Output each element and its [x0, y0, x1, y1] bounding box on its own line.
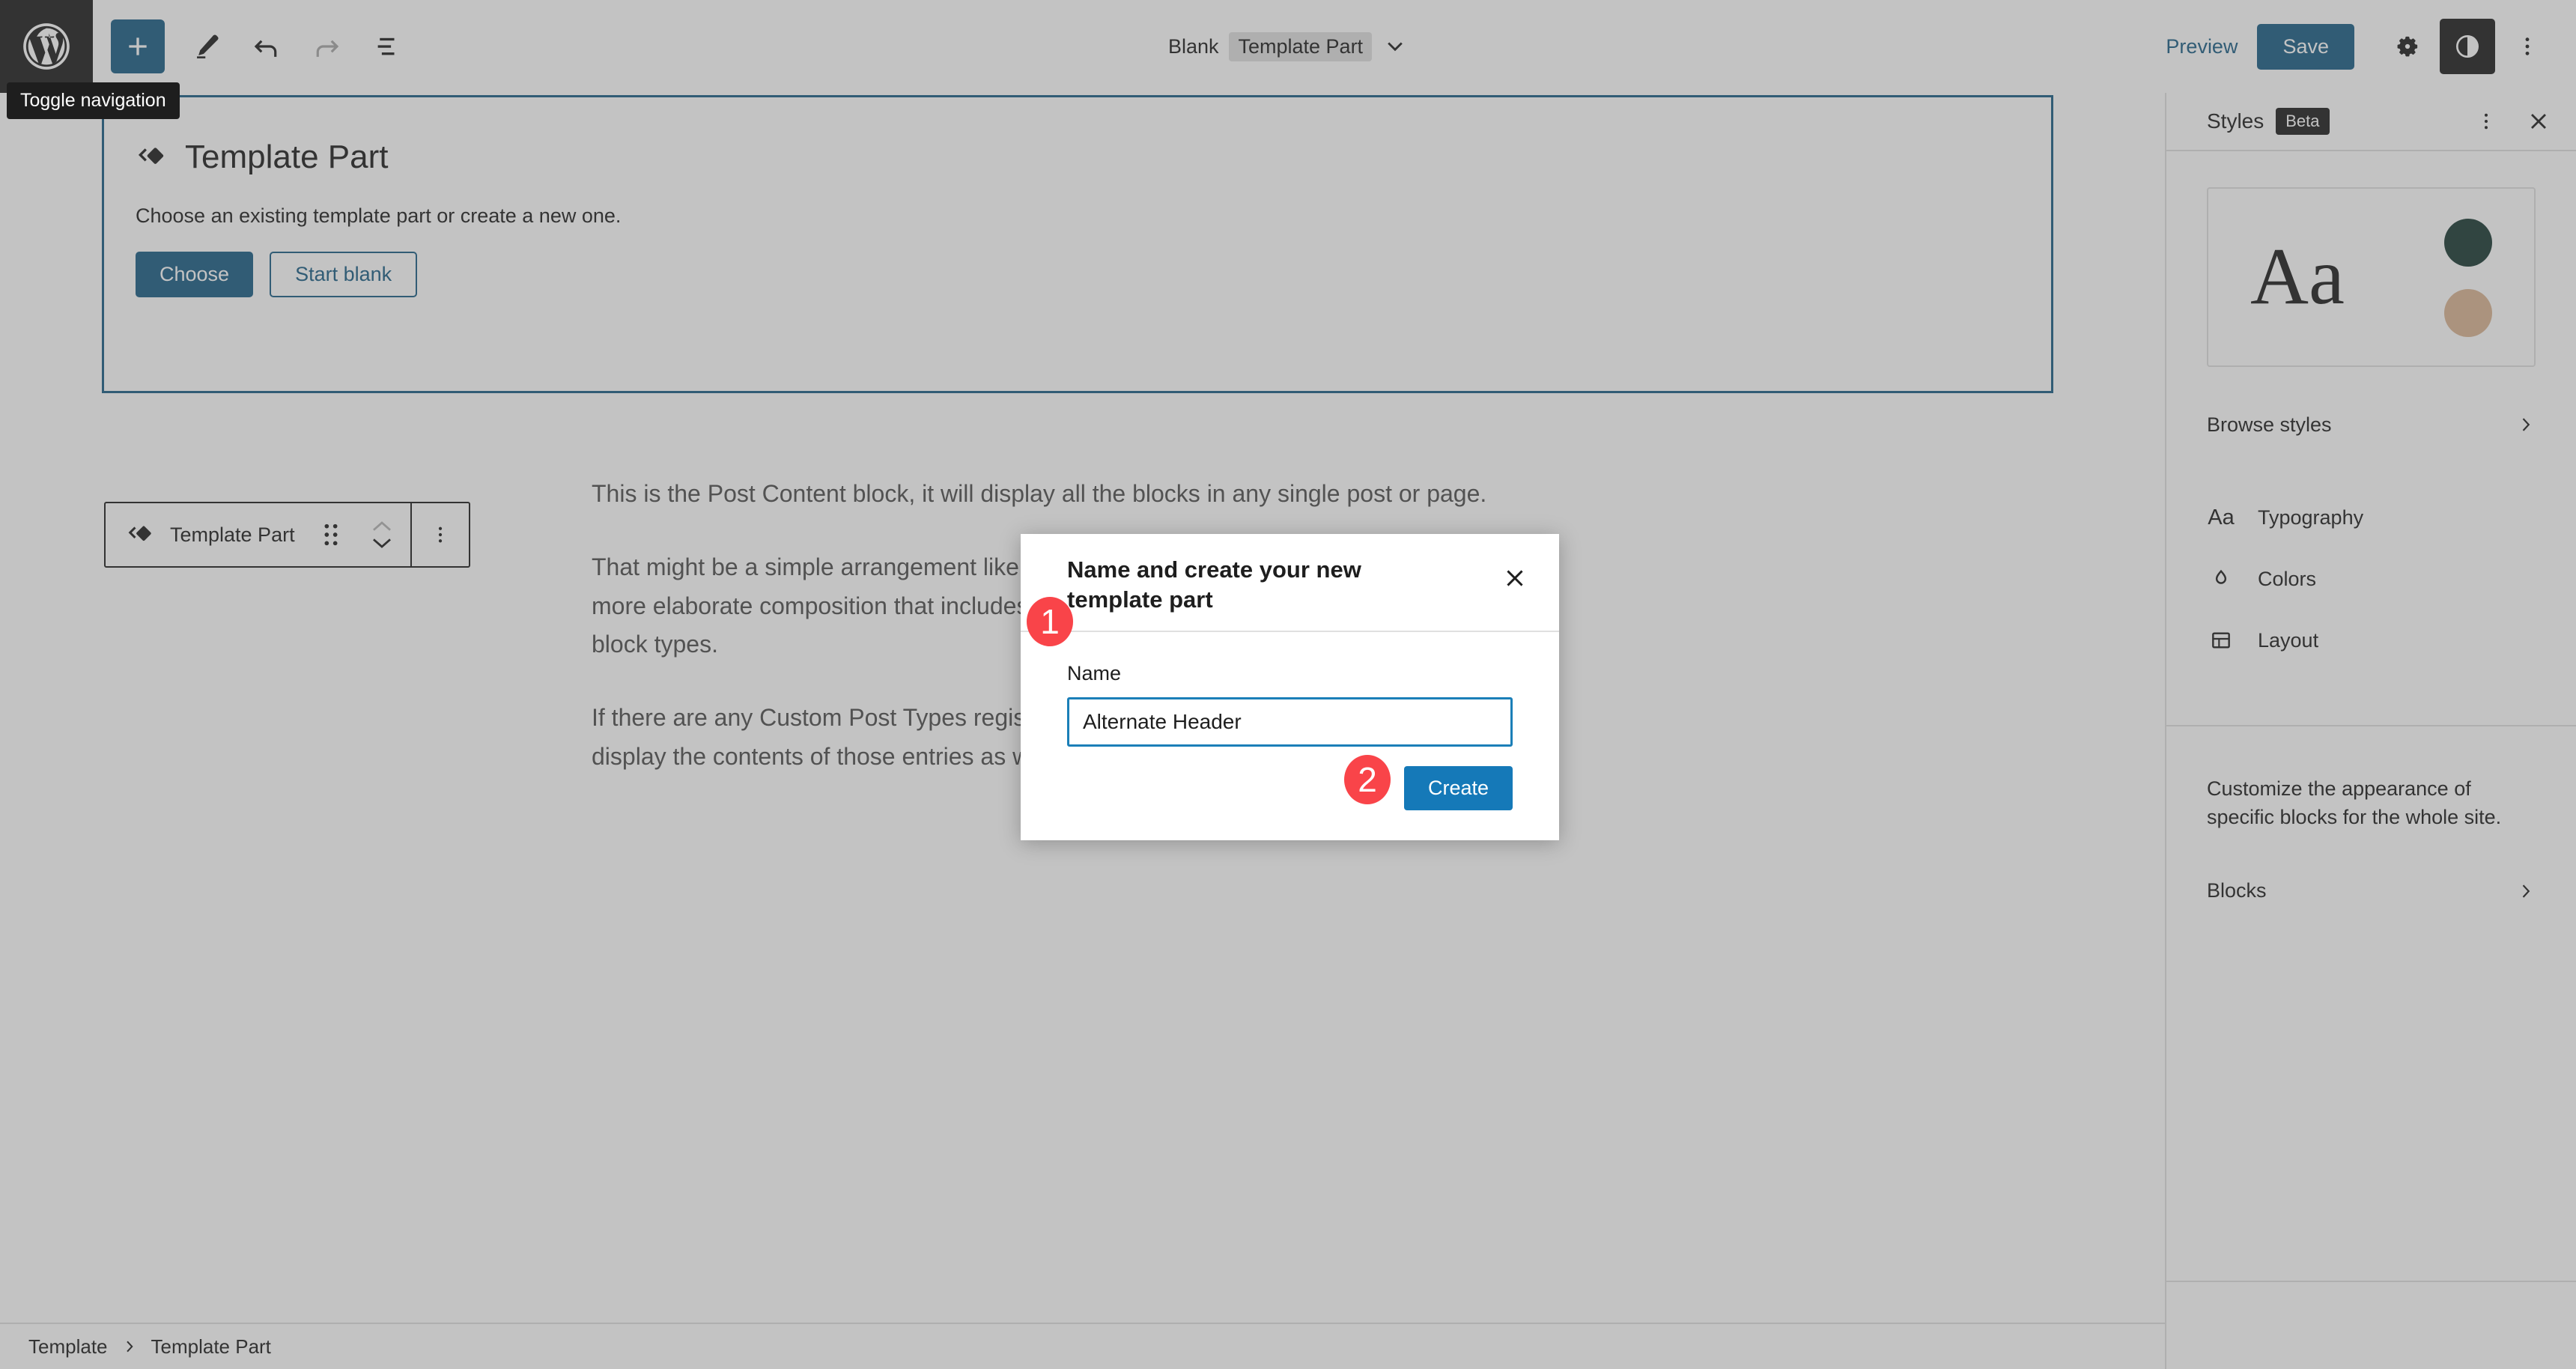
- add-block-button[interactable]: [111, 19, 165, 73]
- modal-body: Name: [1021, 632, 1559, 747]
- editor-top-toolbar: Blank Template Part Preview Save: [0, 0, 2576, 93]
- gear-icon: [2397, 36, 2418, 57]
- template-part-placeholder-block[interactable]: Template Part Choose an existing templat…: [102, 95, 2053, 393]
- sidebar-bottom-divider: [2166, 1281, 2576, 1282]
- styles-sidebar: Styles Beta Aa Browse styles Aa Typograp…: [2165, 93, 2576, 1369]
- toggle-navigation-tooltip: Toggle navigation: [7, 82, 180, 119]
- block-type-button[interactable]: [119, 503, 161, 566]
- template-part-heading: Template Part: [185, 139, 389, 175]
- preview-button[interactable]: Preview: [2146, 35, 2257, 58]
- three-dots-vertical-icon: [2525, 37, 2530, 55]
- browse-styles-label: Browse styles: [2207, 413, 2332, 436]
- create-button[interactable]: Create: [1403, 766, 1513, 811]
- toolbar-left-actions: [93, 16, 416, 76]
- plus-icon: [129, 37, 147, 55]
- template-part-icon: [138, 148, 164, 164]
- contrast-half-circle-icon: [2456, 35, 2479, 58]
- template-part-heading-row: Template Part: [104, 97, 2051, 176]
- choose-button[interactable]: Choose: [136, 252, 254, 297]
- beta-badge: Beta: [2276, 108, 2330, 135]
- start-blank-button[interactable]: Start blank: [270, 252, 418, 297]
- chevron-right-icon: [2516, 881, 2536, 901]
- create-template-part-modal: Name and create your new template part N…: [1021, 534, 1559, 840]
- breadcrumb-item-template-part[interactable]: Template Part: [151, 1335, 271, 1359]
- three-dots-vertical-icon: [438, 526, 442, 543]
- styles-close-button[interactable]: [2518, 100, 2560, 142]
- style-preview-card[interactable]: Aa: [2207, 187, 2536, 367]
- breadcrumb-separator: [121, 1338, 138, 1355]
- redo-arrow-icon: [316, 40, 339, 57]
- style-swatch-primary: [2444, 219, 2492, 267]
- style-preview-sample-text: Aa: [2250, 232, 2345, 321]
- chevron-down-icon: [372, 538, 391, 548]
- chevron-down-icon: [1388, 42, 1403, 52]
- template-part-actions: Choose Start blank: [104, 228, 2051, 297]
- site-editor-app: Blank Template Part Preview Save Templat…: [0, 0, 2576, 1369]
- list-view-button[interactable]: [356, 16, 416, 76]
- close-x-icon: [1507, 570, 1523, 586]
- styles-menu-group: Aa Typography Colors Layout: [2166, 487, 2576, 671]
- blocks-row-label: Blocks: [2207, 879, 2267, 902]
- close-x-icon: [2531, 114, 2546, 129]
- toolbar-right-actions: Preview Save: [2146, 19, 2576, 74]
- breadcrumb: Template Template Part: [0, 1323, 2165, 1369]
- annotation-badge-1: 1: [1027, 597, 1073, 646]
- styles-more-options-button[interactable]: [2465, 100, 2507, 142]
- list-view-icon: [377, 37, 395, 55]
- block-toolbar: Template Part: [104, 502, 470, 568]
- document-dropdown-button[interactable]: [1382, 34, 1408, 59]
- edit-mode-button[interactable]: [177, 16, 237, 76]
- wordpress-logo-icon: [23, 23, 70, 70]
- settings-button[interactable]: [2380, 19, 2435, 74]
- styles-toggle-button[interactable]: [2440, 19, 2495, 74]
- block-mover-controls[interactable]: [361, 520, 403, 550]
- sidebar-item-colors[interactable]: Colors: [2166, 548, 2576, 610]
- sidebar-item-label: Typography: [2258, 506, 2364, 529]
- wordpress-logo-button[interactable]: [0, 0, 93, 93]
- modal-footer: Create: [1021, 747, 1559, 811]
- styles-sidebar-header: Styles Beta: [2166, 93, 2576, 151]
- template-part-description: Choose an existing template part or crea…: [136, 204, 622, 227]
- template-part-icon: [128, 526, 151, 541]
- sidebar-item-blocks[interactable]: Blocks: [2166, 860, 2576, 922]
- sidebar-item-label: Colors: [2258, 567, 2317, 590]
- sidebar-item-layout[interactable]: Layout: [2166, 610, 2576, 671]
- chevron-right-icon: [126, 1341, 133, 1353]
- layout-panel-icon: [2207, 628, 2235, 652]
- blocks-help-text: Customize the appearance of specific blo…: [2207, 777, 2502, 829]
- style-swatch-secondary: [2444, 289, 2492, 337]
- block-drag-handle[interactable]: [310, 503, 352, 566]
- block-toolbar-main-group: Template Part: [106, 503, 410, 566]
- annotation-badge-2: 2: [1344, 755, 1391, 804]
- more-options-button[interactable]: [2500, 19, 2555, 74]
- drag-handle-dots-icon: [324, 523, 338, 546]
- document-title: Blank: [1167, 34, 1219, 58]
- name-field-label: Name: [1067, 662, 1122, 685]
- save-button[interactable]: Save: [2257, 23, 2354, 70]
- name-input[interactable]: [1067, 697, 1513, 747]
- chevron-up-icon: [372, 521, 391, 531]
- post-paragraph: This is the Post Content block, it will …: [592, 480, 1487, 507]
- styles-header-actions: [2465, 100, 2560, 142]
- typography-aa-icon: Aa: [2208, 505, 2235, 529]
- browse-styles-row[interactable]: Browse styles: [2166, 394, 2576, 455]
- three-dots-vertical-icon: [2485, 113, 2488, 130]
- undo-arrow-icon: [254, 40, 277, 57]
- modal-title: Name and create your new template part: [1067, 556, 1361, 613]
- redo-button[interactable]: [297, 16, 356, 76]
- modal-close-button[interactable]: [1492, 555, 1538, 601]
- pencil-icon: [197, 34, 219, 58]
- color-droplet-icon: [2207, 567, 2235, 591]
- styles-panel-title: Styles: [2207, 109, 2264, 133]
- block-options-button[interactable]: [412, 503, 469, 566]
- breadcrumb-item-template[interactable]: Template: [28, 1335, 108, 1359]
- modal-header: Name and create your new template part: [1021, 534, 1559, 614]
- document-type-badge: Template Part: [1229, 31, 1373, 61]
- sidebar-item-typography[interactable]: Aa Typography: [2166, 487, 2576, 548]
- undo-button[interactable]: [237, 16, 297, 76]
- chevron-right-icon: [2516, 415, 2536, 434]
- block-toolbar-label: Template Part: [170, 523, 295, 546]
- sidebar-item-label: Layout: [2258, 628, 2319, 652]
